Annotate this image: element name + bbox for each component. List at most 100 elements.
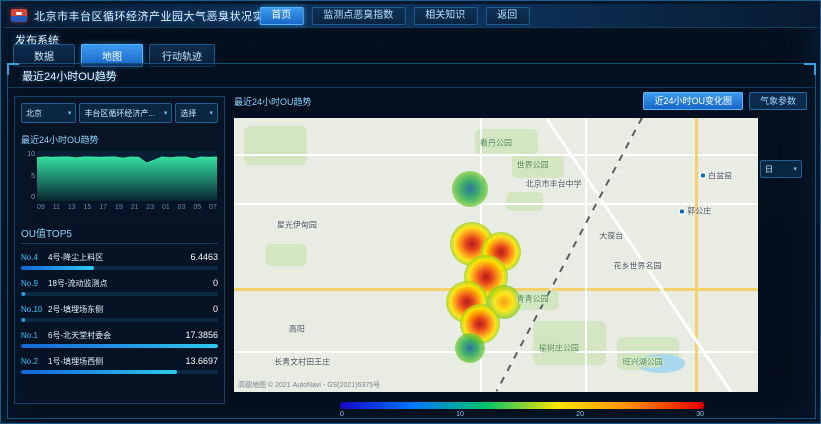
top5-name: 2号-填埋场东侧 xyxy=(48,304,209,315)
chevron-down-icon: ▾ xyxy=(209,109,213,117)
y-tick-label: 0 xyxy=(21,194,35,201)
app-logo-icon xyxy=(11,9,27,22)
legend-tick: 20 xyxy=(576,411,584,418)
top5-row-text: No.2 1号-填埋场西侧 13.6697 xyxy=(21,356,218,367)
top5-value: 13.6697 xyxy=(185,356,218,366)
legend-tick: 30 xyxy=(696,411,704,418)
map-title: 最近24小时OU趋势 xyxy=(234,95,312,108)
top5-rank: No.9 xyxy=(21,279,44,288)
panel-header: 最近24小时OU趋势 xyxy=(8,64,815,88)
top5-bar-fill xyxy=(21,344,218,348)
top5-value: 0 xyxy=(213,278,218,288)
top5-bar-fill xyxy=(21,266,94,270)
map-label: 大葆台 xyxy=(599,230,623,241)
x-tick-label: 05 xyxy=(193,204,201,211)
top5-bar-fill xyxy=(21,292,25,296)
legend: 0102030 xyxy=(340,402,704,418)
top5-row-4: No.2 1号-填埋场西侧 13.6697 xyxy=(21,356,218,374)
filter-select-value: 北京 xyxy=(26,108,42,119)
top5-value: 0 xyxy=(213,304,218,314)
x-tick-label: 01 xyxy=(162,204,170,211)
top5-name: 6号-北天堂村委会 xyxy=(48,330,181,341)
top5-rank: No.4 xyxy=(21,253,44,262)
period-select[interactable]: 日 ▾ xyxy=(760,160,802,178)
top5-value: 17.3856 xyxy=(185,330,218,340)
top5-rank: No.1 xyxy=(21,331,44,340)
top5-rank: No.2 xyxy=(21,357,44,366)
filter-select-value: 丰台区循环经济产... xyxy=(84,108,155,119)
app-root: 北京市丰台区循环经济产业园大气恶臭状况实时 首页监测点恶臭指数相关知识返回 发布… xyxy=(0,0,821,424)
x-tick-label: 09 xyxy=(37,204,45,211)
filter-select-1[interactable]: 丰台区循环经济产... ▾ xyxy=(79,103,172,123)
x-tick-label: 13 xyxy=(68,204,76,211)
top5-row-0: No.4 4号-降尘上料区 6.4463 xyxy=(21,252,218,270)
filter-select-2[interactable]: 选择▾ xyxy=(175,103,218,123)
top5-row-text: No.9 18号-流动监测点 0 xyxy=(21,278,218,289)
filter-row: 北京▾丰台区循环经济产...▾选择▾ xyxy=(21,103,218,123)
map-label: 北京市丰台中学 xyxy=(526,178,582,189)
top-nav: 首页监测点恶臭指数相关知识返回 xyxy=(259,7,529,25)
map-canvas[interactable]: 看丹公园世界公园北京市丰台中学星光伊甸园大葆台花乡世界名园青青公园榆树庄公园旺兴… xyxy=(234,118,758,392)
nav-item-1[interactable]: 监测点恶臭指数 xyxy=(311,7,405,25)
map-buttons: 近24小时OU变化图气象参数 xyxy=(637,92,807,110)
trend-x-axis: 09 11 13 15 17 19 21 23 01 03 05 07 xyxy=(37,204,217,211)
nav-item-3[interactable]: 返回 xyxy=(485,7,529,25)
x-tick-label: 15 xyxy=(84,204,92,211)
top5-row-text: No.4 4号-降尘上料区 6.4463 xyxy=(21,252,218,263)
map-label: 高阳 xyxy=(289,323,305,334)
top5-bar-track xyxy=(21,344,218,348)
top5-name: 1号-填埋场西侧 xyxy=(48,356,181,367)
top5-bar-fill xyxy=(21,370,177,374)
map-label: 世界公园 xyxy=(517,159,549,170)
y-tick-label: 10 xyxy=(21,151,35,158)
top5-bar-fill xyxy=(21,318,25,322)
map-button-1[interactable]: 气象参数 xyxy=(749,92,807,110)
x-tick-label: 23 xyxy=(146,204,154,211)
metro-station-icon xyxy=(700,173,706,179)
map-label: 花乡世界名园 xyxy=(613,260,661,271)
chevron-down-icon: ▾ xyxy=(68,109,72,117)
map-button-0[interactable]: 近24小时OU变化图 xyxy=(643,92,743,110)
chevron-down-icon: ▾ xyxy=(793,165,797,173)
map-label: 长青文村田王庄 xyxy=(274,356,330,367)
x-tick-label: 03 xyxy=(178,204,186,211)
map-attribution: 高德地图 © 2021 AutoNavi - GS(2021)6375号 xyxy=(238,380,380,390)
main-panel: 最近24小时OU趋势 北京▾丰台区循环经济产...▾选择▾ 最近24小时OU趋势… xyxy=(7,63,816,419)
map-label: 看丹公园 xyxy=(480,137,512,148)
filter-select-0[interactable]: 北京 ▾ xyxy=(21,103,76,123)
app-title: 北京市丰台区循环经济产业园大气恶臭状况实时 xyxy=(34,8,276,24)
map-label: 旺兴湖公园 xyxy=(623,356,663,367)
left-panel: 北京▾丰台区循环经济产...▾选择▾ 最近24小时OU趋势 1050 09111… xyxy=(14,96,225,404)
top5-row-text: No.1 6号-北天堂村委会 17.3856 xyxy=(21,330,218,341)
nav-item-0[interactable]: 首页 xyxy=(259,7,303,25)
top5-row-2: No.10 2号-填埋场东侧 0 xyxy=(21,304,218,322)
top5-rank: No.10 xyxy=(21,305,44,314)
topbar: 北京市丰台区循环经济产业园大气恶臭状况实时 首页监测点恶臭指数相关知识返回 xyxy=(4,4,817,28)
x-tick-label: 21 xyxy=(131,204,139,211)
legend-tick: 10 xyxy=(456,411,464,418)
top5-row-1: No.9 18号-流动监测点 0 xyxy=(21,278,218,296)
top5-bar-track xyxy=(21,318,218,322)
top5-name: 18号-流动监测点 xyxy=(48,278,209,289)
map-label: 郭公庄 xyxy=(679,206,711,217)
top5-value: 6.4463 xyxy=(190,252,218,262)
trend-title: 最近24小时OU趋势 xyxy=(21,133,218,146)
x-tick-label: 11 xyxy=(53,204,60,211)
chevron-down-icon: ▾ xyxy=(164,109,168,117)
top5-bar-track xyxy=(21,292,218,296)
x-tick-label: 17 xyxy=(99,204,107,211)
top5-bar-track xyxy=(21,370,218,374)
panel-title: 最近24小时OU趋势 xyxy=(22,68,117,84)
map-label: 星光伊甸园 xyxy=(277,219,317,230)
period-select-value: 日 xyxy=(765,164,773,175)
top5-list: No.44号-降尘上料区6.4463No.918号-流动监测点0No.102号-… xyxy=(21,252,218,374)
x-tick-label: 19 xyxy=(115,204,123,211)
top5-bar-track xyxy=(21,266,218,270)
legend-ticks: 0102030 xyxy=(340,411,704,418)
map-label: 榆树庄公园 xyxy=(539,343,579,354)
top5-name: 4号-降尘上料区 xyxy=(48,252,186,263)
map-labels: 看丹公园世界公园北京市丰台中学星光伊甸园大葆台花乡世界名园青青公园榆树庄公园旺兴… xyxy=(234,118,758,392)
top5-row-text: No.10 2号-填埋场东侧 0 xyxy=(21,304,218,315)
x-tick-label: 07 xyxy=(209,204,217,211)
nav-item-2[interactable]: 相关知识 xyxy=(413,7,477,25)
